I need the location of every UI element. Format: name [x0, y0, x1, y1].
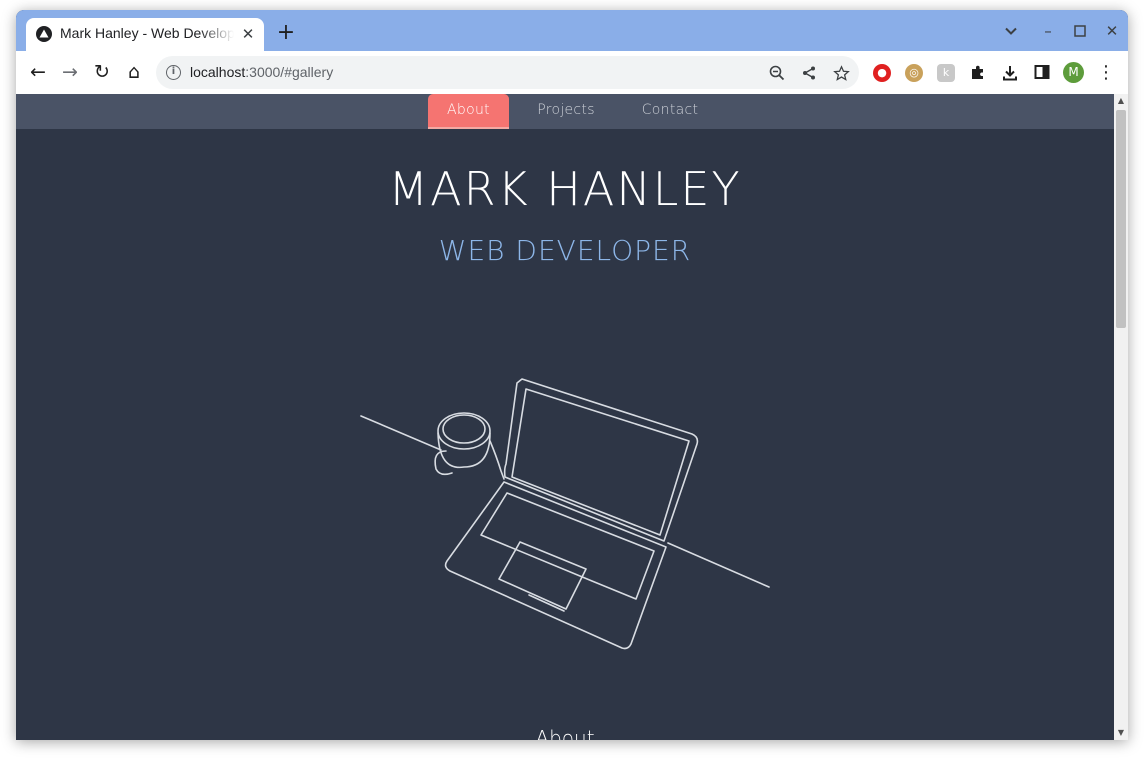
side-panel-icon[interactable]: [1033, 64, 1051, 82]
url-text: localhost:3000/#gallery: [190, 64, 333, 80]
page-viewport: About Projects Contact MARK HANLEY WEB D…: [16, 94, 1114, 740]
address-bar[interactable]: i localhost:3000/#gallery: [156, 56, 859, 89]
app-triangle-icon: [36, 26, 52, 42]
hero-name: MARK HANLEY: [388, 162, 742, 216]
browser-window: Mark Hanley - Web Developer ✕ + – ✕ ← → …: [16, 10, 1128, 740]
profile-avatar[interactable]: M: [1063, 62, 1084, 83]
nav-link-about[interactable]: About: [428, 94, 509, 129]
zoom-icon[interactable]: [766, 62, 788, 84]
hero-role: WEB DEVELOPER: [438, 234, 692, 267]
download-icon[interactable]: [1001, 64, 1019, 82]
tab-close-icon[interactable]: ✕: [238, 24, 258, 44]
maximize-icon[interactable]: [1069, 20, 1091, 42]
url-path: :3000/#gallery: [245, 64, 334, 80]
laptop-mug-illustration: [360, 378, 770, 650]
bronze-extension-icon[interactable]: ◎: [905, 64, 923, 82]
nav-link-projects[interactable]: Projects: [522, 94, 610, 129]
site-nav: About Projects Contact: [16, 94, 1114, 129]
star-icon[interactable]: [830, 62, 852, 84]
puzzle-icon[interactable]: [969, 64, 987, 82]
section-title-about: About: [535, 726, 595, 740]
site-info-icon[interactable]: i: [166, 65, 181, 80]
browser-toolbar: ← → ↻ ⌂ i localhost:3000/#gallery ● ◎ k: [16, 51, 1128, 95]
close-window-icon[interactable]: ✕: [1101, 20, 1123, 42]
scroll-down-icon[interactable]: ▼: [1114, 726, 1128, 740]
tab-search-icon[interactable]: [1000, 20, 1022, 42]
home-icon[interactable]: ⌂: [122, 60, 146, 84]
red-extension-icon[interactable]: ●: [873, 64, 891, 82]
browser-tab[interactable]: Mark Hanley - Web Developer ✕: [26, 18, 264, 51]
grey-extension-icon[interactable]: k: [937, 64, 955, 82]
reload-icon[interactable]: ↻: [90, 60, 114, 84]
share-icon[interactable]: [798, 62, 820, 84]
new-tab-button[interactable]: +: [274, 22, 298, 46]
url-host: localhost: [190, 64, 246, 80]
menu-icon[interactable]: ⋮: [1097, 64, 1115, 82]
back-icon[interactable]: ←: [26, 60, 50, 84]
scroll-thumb[interactable]: [1116, 110, 1126, 328]
page-scrollbar[interactable]: ▲ ▼: [1114, 94, 1128, 740]
forward-icon[interactable]: →: [58, 60, 82, 84]
tab-title: Mark Hanley - Web Developer: [60, 25, 234, 41]
nav-link-contact[interactable]: Contact: [627, 94, 713, 129]
minimize-icon[interactable]: –: [1037, 20, 1059, 42]
tab-bar: Mark Hanley - Web Developer ✕ + – ✕: [16, 10, 1128, 51]
scroll-up-icon[interactable]: ▲: [1114, 94, 1128, 108]
